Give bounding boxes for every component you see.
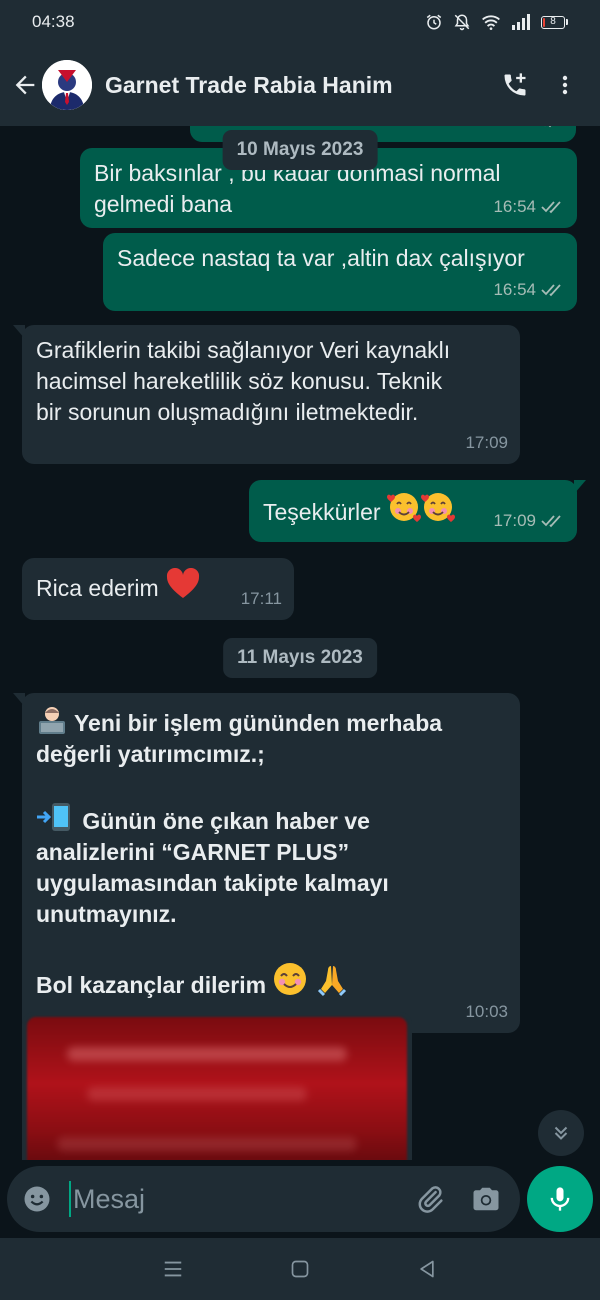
status-icons: 8 [425,13,568,31]
message-text: unutmayınız. [36,901,177,927]
paperclip-icon [418,1186,443,1213]
double-check-icon [549,126,551,127]
smiling-face-with-smiling-eyes-icon [274,963,307,995]
blurred-image[interactable] [27,1017,407,1160]
message-time: 17:11 [240,589,282,608]
message-text: Rica ederim [36,575,159,601]
chat-area[interactable]: 16:53 10 Mayıs 2023 Bir baksınlar , bu k… [0,126,600,1160]
message-text: Sadece nastaq ta var ,altin dax çalışıyo… [117,245,525,271]
folded-hands-icon [317,966,346,997]
message-input-box[interactable] [7,1166,520,1232]
mobile-phone-with-arrow-icon [37,803,70,831]
message-time: 16:54 [493,280,536,299]
scroll-to-bottom-button[interactable] [538,1110,584,1156]
home-square-icon [291,1260,309,1278]
emoji-icon [24,1186,50,1212]
date-chip: 11 Mayıs 2023 [223,638,377,678]
attach-button[interactable] [402,1171,458,1227]
bubble-tail [13,693,25,707]
message-text [36,930,506,961]
image-blur-band [57,1137,357,1151]
composer [0,1160,600,1238]
message-bubble-outgoing[interactable]: Sadece nastaq ta var ,altin dax çalışıyo… [103,233,577,311]
message-bubble-incoming[interactable]: Rica ederim 17:11 [22,558,294,620]
wifi-icon [481,13,501,31]
battery-level: 8 [550,15,556,27]
message-input[interactable] [71,1183,402,1215]
more-options-button[interactable] [540,60,590,110]
message-text: uygulamasından takipte kalmayı [36,870,389,896]
message-text: hacimsel hareketlilik söz konusu. Teknik [36,368,443,394]
double-check-icon [541,200,561,213]
message-meta: 17:09 [493,505,565,536]
message-text: Grafiklerin takibi sağlanıyor Veri kayna… [36,337,451,363]
home-button[interactable] [276,1245,324,1293]
chat-title[interactable]: Garnet Trade Rabia Hanim [105,72,490,99]
double-chevron-down-icon [554,1126,568,1140]
message-line: Bol kazançlar dilerim [36,961,506,1001]
message-time: 16:54 [493,197,536,216]
message-text: Günün öne çıkan haber ve [82,808,370,834]
message-bubble-incoming[interactable]: Yeni bir işlem gününden merhaba değerli … [13,693,520,1033]
message-text: Yeni bir işlem gününden merhaba [73,710,443,736]
back-triangle-icon [419,1260,434,1278]
avatar-icon [42,60,92,110]
voice-message-button[interactable] [527,1166,593,1232]
signal-icon [511,14,531,30]
message-time: 17:09 [465,433,508,452]
add-call-icon [504,73,526,96]
smiling-face-with-hearts-icon [421,493,455,522]
double-check-icon [541,283,561,296]
message-bubble-incoming[interactable]: Grafiklerin takibi sağlanıyor Veri kayna… [13,325,520,464]
message-line: Yeni bir işlem gününden merhaba [36,705,506,739]
message-text: Bol kazançlar dilerim [36,972,267,998]
double-check-icon [541,514,561,527]
image-blur-band [87,1087,307,1101]
message-meta: 16:53 [492,126,564,136]
bubble-tail [574,480,586,494]
system-nav-bar [0,1238,600,1300]
message-text: değerli yatırımcımız.; [36,741,265,767]
image-message[interactable] [22,1012,412,1160]
message-meta: 16:54 [493,191,565,222]
camera-icon [473,1187,499,1211]
notifications-off-icon [453,13,471,31]
more-vert-icon [562,75,568,95]
message-meta: 16:54 [493,274,565,305]
red-heart-icon [167,568,200,598]
bubble-tail [13,325,25,339]
add-call-button[interactable] [490,60,540,110]
alarm-icon [425,13,443,31]
message-bubble-outgoing[interactable]: Teşekkürler 17:09 [249,480,586,542]
camera-button[interactable] [458,1171,514,1227]
message-time: 10:03 [465,1002,508,1021]
message-text: Teşekkürler [263,499,381,525]
date-chip: 10 Mayıs 2023 [222,130,378,170]
status-time: 04:38 [32,12,75,31]
avatar[interactable] [42,60,92,110]
battery-icon: 8 [541,15,568,29]
message-text: analizlerini “GARNET PLUS” [36,839,350,865]
arrow-left-icon [15,75,35,95]
emoji-button[interactable] [9,1171,65,1227]
menu-lines-icon [165,1261,182,1277]
message-text: bir sorunun oluşmadığını iletmektedir. [36,399,419,425]
message-time: 16:53 [492,126,535,136]
recents-button[interactable] [149,1245,197,1293]
technologist-icon [39,707,65,734]
message-time: 17:09 [493,511,536,530]
image-blur-band [67,1047,347,1061]
mic-icon [550,1187,570,1211]
chat-header: Garnet Trade Rabia Hanim [0,44,600,126]
battery-level-fill [543,17,545,27]
status-bar: 04:38 8 [0,0,600,44]
system-back-button[interactable] [403,1245,451,1293]
message-line: Günün öne çıkan haber ve [36,801,506,837]
message-text [36,770,506,801]
smiling-face-with-hearts-icon [387,493,421,522]
